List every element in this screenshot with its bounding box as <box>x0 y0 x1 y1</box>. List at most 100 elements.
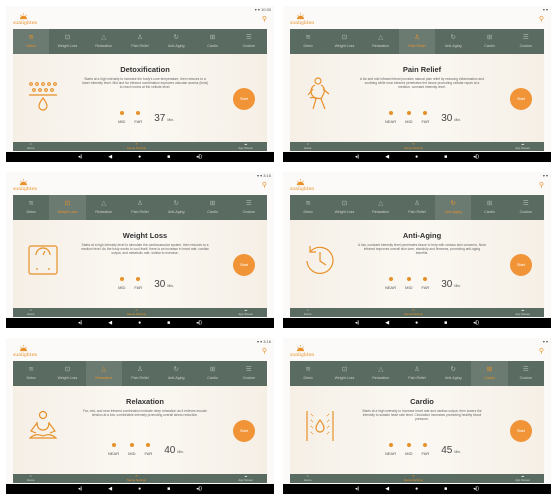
volume-up-icon[interactable]: ◂)) <box>473 320 479 326</box>
app-screen-button[interactable]: ☁ App Screen <box>515 474 530 482</box>
recents-icon[interactable]: ■ <box>167 486 170 492</box>
app-screen-button[interactable]: ☁ App Screen <box>238 474 253 482</box>
nav-item-detox[interactable]: ≋ Detox <box>13 361 49 386</box>
home-button[interactable]: ⌂ Home <box>304 474 311 482</box>
session-time[interactable]: 30 Min. <box>441 113 461 124</box>
back-icon[interactable]: ◀ <box>385 486 389 492</box>
nav-item-anti-aging[interactable]: ↻ Anti-Aging <box>158 361 194 386</box>
nav-item-relaxation[interactable]: △ Relaxation <box>86 29 122 54</box>
start-button[interactable]: Start <box>233 254 255 276</box>
session-time[interactable]: 30 Min. <box>154 279 174 290</box>
volume-down-icon[interactable]: ◂) <box>78 320 82 326</box>
nav-item-detox[interactable]: ≋ Detox <box>290 195 326 220</box>
nav-item-weight-loss[interactable]: ⊡ Weight Loss <box>326 361 362 386</box>
nav-item-custom[interactable]: ☰ Custom <box>231 29 267 54</box>
sauna-settings-button[interactable]: ≡ Sauna Settings <box>404 474 423 482</box>
nav-item-custom[interactable]: ☰ Custom <box>508 29 544 54</box>
volume-down-icon[interactable]: ◂) <box>355 486 359 492</box>
nav-item-pain-relief[interactable]: ♙ Pain Relief <box>122 29 158 54</box>
start-button[interactable]: Start <box>510 88 532 110</box>
nav-item-cardio[interactable]: ⊞ Cardio <box>194 195 230 220</box>
start-button[interactable]: Start <box>510 254 532 276</box>
session-time[interactable]: 37 Min. <box>154 113 174 124</box>
app-screen-button[interactable]: ☁ App Screen <box>238 142 253 150</box>
home-button[interactable]: ⌂ Home <box>304 142 311 150</box>
nav-item-weight-loss[interactable]: ⊡ Weight Loss <box>49 361 85 386</box>
sauna-settings-button[interactable]: ≡ Sauna Settings <box>127 308 146 316</box>
nav-item-cardio[interactable]: ⊞ Cardio <box>471 29 507 54</box>
user-icon[interactable]: ⚲ <box>262 182 267 189</box>
volume-down-icon[interactable]: ◂) <box>355 154 359 160</box>
start-button[interactable]: Start <box>233 420 255 442</box>
nav-item-relaxation[interactable]: △ Relaxation <box>363 29 399 54</box>
nav-item-cardio[interactable]: ⊞ Cardio <box>471 195 507 220</box>
nav-item-relaxation[interactable]: △ Relaxation <box>363 195 399 220</box>
home-button[interactable]: ⌂ Home <box>27 474 34 482</box>
volume-down-icon[interactable]: ◂) <box>78 486 82 492</box>
volume-up-icon[interactable]: ◂)) <box>473 154 479 160</box>
sauna-settings-button[interactable]: ≡ Sauna Settings <box>404 308 423 316</box>
app-screen-button[interactable]: ☁ App Screen <box>238 308 253 316</box>
volume-up-icon[interactable]: ◂)) <box>196 486 202 492</box>
nav-item-cardio[interactable]: ⊞ Cardio <box>194 361 230 386</box>
home-circle-icon[interactable]: ● <box>138 154 141 160</box>
nav-item-anti-aging[interactable]: ↻ Anti-Aging <box>435 361 471 386</box>
nav-item-anti-aging[interactable]: ↻ Anti-Aging <box>435 195 472 220</box>
nav-item-pain-relief[interactable]: ♙ Pain Relief <box>399 361 435 386</box>
back-icon[interactable]: ◀ <box>385 320 389 326</box>
user-icon[interactable]: ⚲ <box>262 348 267 355</box>
nav-item-pain-relief[interactable]: ♙ Pain Relief <box>122 195 158 220</box>
sauna-settings-button[interactable]: ≡ Sauna Settings <box>127 474 146 482</box>
home-circle-icon[interactable]: ● <box>138 320 141 326</box>
nav-item-pain-relief[interactable]: ♙ Pain Relief <box>122 361 158 386</box>
nav-item-relaxation[interactable]: △ Relaxation <box>85 361 122 386</box>
nav-item-detox[interactable]: ≋ Detox <box>13 29 50 54</box>
nav-item-pain-relief[interactable]: ♙ Pain Relief <box>398 29 436 54</box>
start-button[interactable]: Start <box>510 420 532 442</box>
session-time[interactable]: 30 Min. <box>441 279 461 290</box>
back-icon[interactable]: ◀ <box>108 486 112 492</box>
nav-item-relaxation[interactable]: △ Relaxation <box>363 361 399 386</box>
sauna-settings-button[interactable]: ≡ Sauna Settings <box>404 142 423 150</box>
user-icon[interactable]: ⚲ <box>539 348 544 355</box>
recents-icon[interactable]: ■ <box>444 320 447 326</box>
sauna-settings-button[interactable]: ≡ Sauna Settings <box>127 142 146 150</box>
home-button[interactable]: ⌂ Home <box>304 308 311 316</box>
nav-item-weight-loss[interactable]: ⊡ Weight Loss <box>49 29 85 54</box>
volume-up-icon[interactable]: ◂)) <box>473 486 479 492</box>
home-circle-icon[interactable]: ● <box>415 320 418 326</box>
user-icon[interactable]: ⚲ <box>262 16 267 23</box>
home-circle-icon[interactable]: ● <box>415 154 418 160</box>
volume-down-icon[interactable]: ◂) <box>78 154 82 160</box>
nav-item-relaxation[interactable]: △ Relaxation <box>86 195 122 220</box>
nav-item-anti-aging[interactable]: ↻ Anti-Aging <box>158 195 194 220</box>
nav-item-detox[interactable]: ≋ Detox <box>290 361 326 386</box>
home-button[interactable]: ⌂ Home <box>27 308 34 316</box>
user-icon[interactable]: ⚲ <box>539 16 544 23</box>
home-circle-icon[interactable]: ● <box>415 486 418 492</box>
nav-item-weight-loss[interactable]: ⊡ Weight Loss <box>326 195 362 220</box>
nav-item-custom[interactable]: ☰ Custom <box>508 195 544 220</box>
nav-item-anti-aging[interactable]: ↻ Anti-Aging <box>158 29 194 54</box>
app-screen-button[interactable]: ☁ App Screen <box>515 308 530 316</box>
session-time[interactable]: 45 Min. <box>441 445 461 456</box>
nav-item-weight-loss[interactable]: ⊡ Weight Loss <box>326 29 362 54</box>
volume-down-icon[interactable]: ◂) <box>355 320 359 326</box>
home-circle-icon[interactable]: ● <box>138 486 141 492</box>
session-time[interactable]: 40 Min. <box>164 445 184 456</box>
nav-item-custom[interactable]: ☰ Custom <box>231 195 267 220</box>
app-screen-button[interactable]: ☁ App Screen <box>515 142 530 150</box>
nav-item-pain-relief[interactable]: ♙ Pain Relief <box>399 195 435 220</box>
nav-item-custom[interactable]: ☰ Custom <box>508 361 544 386</box>
user-icon[interactable]: ⚲ <box>539 182 544 189</box>
nav-item-weight-loss[interactable]: ⊡ Weight Loss <box>49 195 86 220</box>
nav-item-detox[interactable]: ≋ Detox <box>13 195 49 220</box>
recents-icon[interactable]: ■ <box>167 154 170 160</box>
volume-up-icon[interactable]: ◂)) <box>196 320 202 326</box>
home-button[interactable]: ⌂ Home <box>27 142 34 150</box>
nav-item-custom[interactable]: ☰ Custom <box>231 361 267 386</box>
recents-icon[interactable]: ■ <box>167 320 170 326</box>
nav-item-cardio[interactable]: ⊞ Cardio <box>194 29 230 54</box>
recents-icon[interactable]: ■ <box>444 486 447 492</box>
volume-up-icon[interactable]: ◂)) <box>196 154 202 160</box>
